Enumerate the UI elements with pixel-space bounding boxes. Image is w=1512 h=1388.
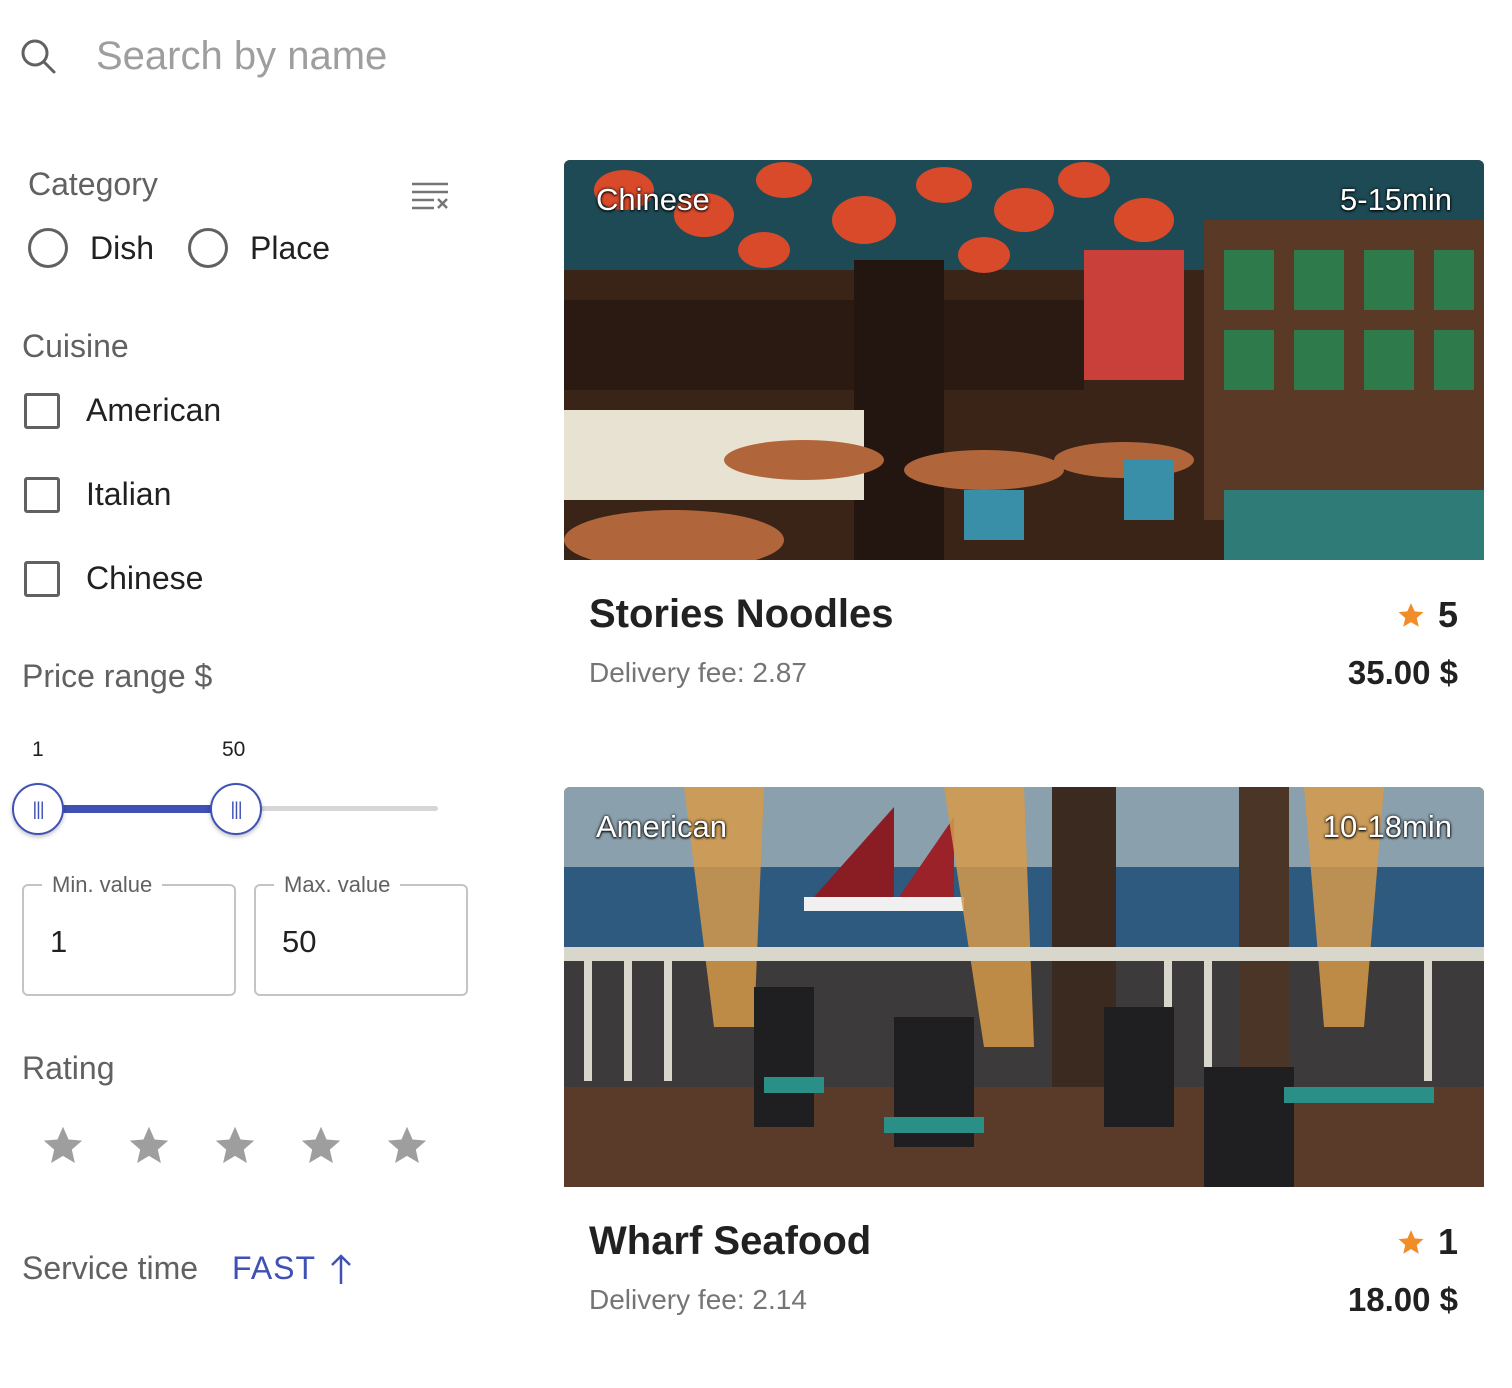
search-input[interactable] xyxy=(96,33,696,79)
cuisine-badge: American xyxy=(596,809,727,844)
delivery-fee: Delivery fee: 2.87 xyxy=(589,657,807,688)
star-icon xyxy=(1398,603,1424,627)
category-options: Dish Place xyxy=(28,228,364,268)
checkbox-row-chinese[interactable]: Chinese xyxy=(24,560,203,597)
radio-place[interactable] xyxy=(188,228,229,268)
rating-value: 1 xyxy=(1437,1221,1458,1262)
cuisine-badge: Chinese xyxy=(596,182,710,217)
checkbox-american[interactable] xyxy=(24,392,60,429)
service-time-sort-button[interactable]: FAST xyxy=(232,1250,354,1287)
rating-label: Rating xyxy=(22,1050,115,1086)
max-value-legend: Max. value xyxy=(274,872,401,898)
radio-place-label[interactable]: Place xyxy=(250,230,330,267)
rating-value: 5 xyxy=(1437,594,1458,635)
restaurant-card[interactable]: American 10-18min Wharf Seafood Delivery… xyxy=(564,787,1484,1327)
restaurant-photo xyxy=(564,160,1484,560)
max-value-field[interactable]: Max. value 50 xyxy=(254,872,468,996)
restaurant-price: 18.00 $ xyxy=(1347,1281,1458,1318)
price-slider-min-thumb[interactable]: ||| xyxy=(12,783,64,835)
restaurant-card[interactable]: Chinese 5-15min Stories Noodles Delivery… xyxy=(564,160,1484,700)
service-time-sort-label[interactable]: FAST xyxy=(232,1250,316,1287)
service-time-label: Service time xyxy=(22,1250,199,1286)
checkbox-italian-label[interactable]: Italian xyxy=(86,476,171,513)
checkbox-chinese-label[interactable]: Chinese xyxy=(86,560,203,597)
cuisine-label: Cuisine xyxy=(22,328,129,364)
star-icon xyxy=(1398,1230,1424,1254)
radio-dish[interactable] xyxy=(28,228,68,268)
star-icon[interactable] xyxy=(126,1122,172,1168)
checkbox-chinese[interactable] xyxy=(24,560,60,597)
star-icon[interactable] xyxy=(212,1122,258,1168)
service-time-row: Service time FAST xyxy=(22,1250,354,1287)
restaurant-image[interactable]: Chinese 5-15min xyxy=(564,160,1484,560)
checkbox-american-label[interactable]: American xyxy=(86,392,221,429)
arrow-up-icon[interactable] xyxy=(328,1252,354,1286)
slider-min-value: 1 xyxy=(32,738,44,761)
star-icon[interactable] xyxy=(298,1122,344,1168)
category-label: Category xyxy=(28,166,158,202)
restaurant-rating: 1 xyxy=(1396,1221,1458,1263)
price-slider-track xyxy=(38,805,236,813)
star-icon[interactable] xyxy=(384,1122,430,1168)
max-value-input[interactable]: 50 xyxy=(282,924,316,960)
slider-max-value: 50 xyxy=(222,738,246,761)
restaurant-name[interactable]: Stories Noodles xyxy=(589,592,894,637)
min-value-legend: Min. value xyxy=(42,872,163,898)
restaurant-image[interactable]: American 10-18min xyxy=(564,787,1484,1187)
restaurant-photo xyxy=(564,787,1484,1187)
checkbox-row-american[interactable]: American xyxy=(24,392,221,429)
search-icon[interactable] xyxy=(18,36,58,76)
star-icon[interactable] xyxy=(40,1122,86,1168)
delivery-time-badge: 10-18min xyxy=(1322,809,1452,844)
radio-dish-label[interactable]: Dish xyxy=(90,230,154,267)
restaurant-rating: 5 xyxy=(1396,594,1458,636)
delivery-time-badge: 5-15min xyxy=(1340,182,1452,217)
min-value-input[interactable]: 1 xyxy=(50,924,67,960)
search-bar xyxy=(18,26,718,86)
price-range-label: Price range $ xyxy=(22,658,213,694)
restaurant-price: 35.00 $ xyxy=(1347,654,1458,691)
clear-filters-icon[interactable] xyxy=(410,180,450,214)
delivery-fee: Delivery fee: 2.14 xyxy=(589,1284,807,1315)
min-value-field[interactable]: Min. value 1 xyxy=(22,872,236,996)
rating-stars xyxy=(40,1122,470,1168)
price-slider-max-thumb[interactable]: ||| xyxy=(210,783,262,835)
checkbox-italian[interactable] xyxy=(24,476,60,513)
checkbox-row-italian[interactable]: Italian xyxy=(24,476,171,513)
restaurant-name[interactable]: Wharf Seafood xyxy=(589,1219,871,1264)
